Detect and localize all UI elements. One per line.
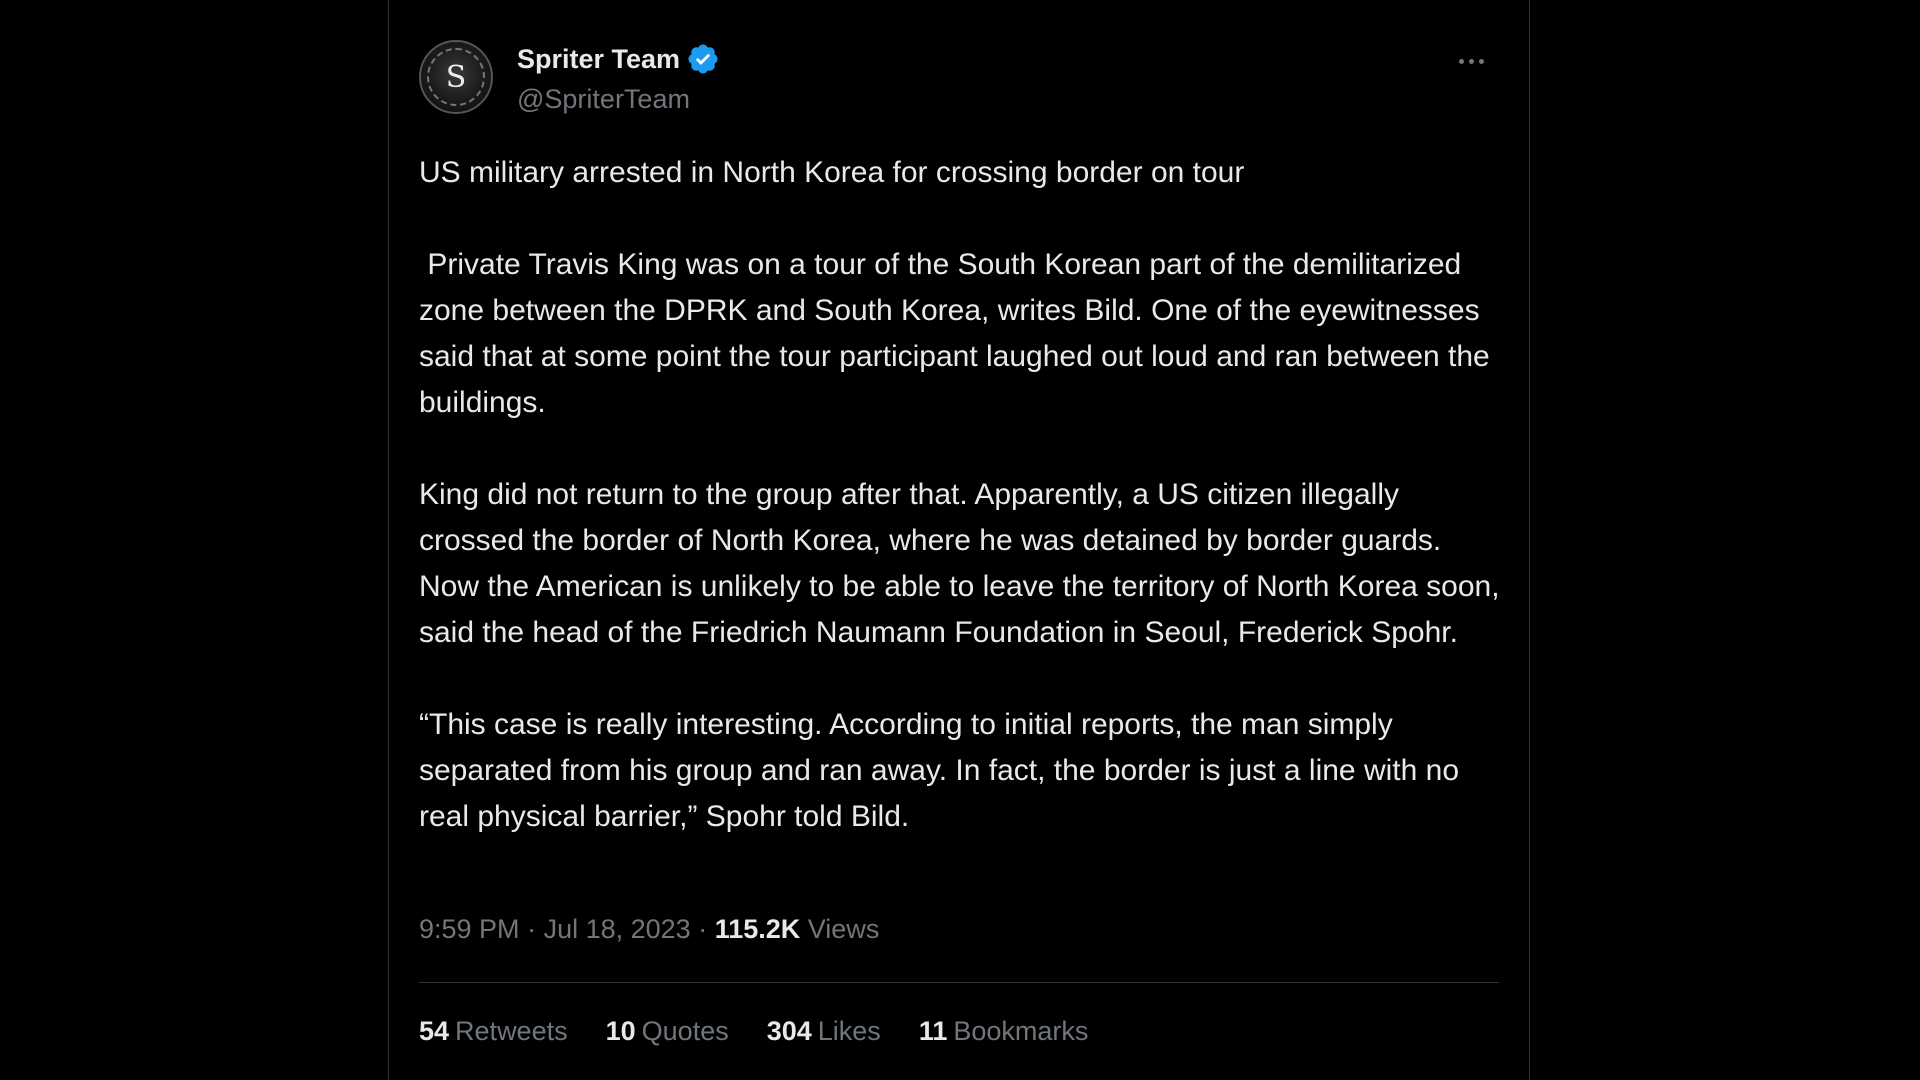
bookmarks-count: 11 xyxy=(918,1016,948,1046)
more-dots-icon xyxy=(1458,58,1464,64)
tweet-paragraph: US military arrested in North Korea for … xyxy=(419,156,1245,189)
bookmarks-stat[interactable]: 11 Bookmarks xyxy=(919,1016,1089,1047)
author-display-name[interactable]: Spriter Team xyxy=(517,44,680,75)
tweet-header: S Spriter Team @SpriterTeam xyxy=(419,40,1499,120)
avatar[interactable]: S xyxy=(419,40,493,114)
tweet-paragraph: King did not return to the group after t… xyxy=(419,478,1508,649)
avatar-letter: S xyxy=(445,59,467,95)
bookmarks-label: Bookmarks xyxy=(953,1016,1089,1046)
retweets-count: 54 xyxy=(419,1016,450,1046)
quotes-stat[interactable]: 10 Quotes xyxy=(606,1016,729,1047)
author-handle[interactable]: @SpriterTeam xyxy=(517,84,720,115)
author-name-block: Spriter Team @SpriterTeam xyxy=(517,42,720,115)
quotes-label: Quotes xyxy=(641,1016,729,1046)
likes-stat[interactable]: 304 Likes xyxy=(767,1016,881,1047)
tweet-meta: 9:59 PM · Jul 18, 2023 · 115.2K Views xyxy=(419,914,879,945)
more-dots-icon xyxy=(1478,58,1484,64)
verified-badge-icon[interactable] xyxy=(686,42,720,76)
quotes-count: 10 xyxy=(605,1016,636,1046)
tweet-card: S Spriter Team @SpriterTeam US military … xyxy=(388,0,1530,1080)
engagement-stats: 54 Retweets 10 Quotes 304 Likes 11 Bookmarks xyxy=(419,1016,1088,1047)
meta-separator: · xyxy=(519,914,544,944)
divider xyxy=(419,982,1499,983)
more-dots-icon xyxy=(1468,58,1474,64)
likes-count: 304 xyxy=(766,1016,812,1046)
views-label: Views xyxy=(807,914,880,944)
tweet-date[interactable]: Jul 18, 2023 xyxy=(544,914,691,944)
tweet-paragraph: “This case is really interesting. Accord… xyxy=(419,708,1468,833)
tweet-text: US military arrested in North Korea for … xyxy=(419,150,1509,840)
meta-separator: · xyxy=(690,914,715,944)
retweets-label: Retweets xyxy=(455,1016,568,1046)
likes-label: Likes xyxy=(817,1016,881,1046)
tweet-time[interactable]: 9:59 PM xyxy=(419,914,520,944)
retweets-stat[interactable]: 54 Retweets xyxy=(419,1016,568,1047)
views-count: 115.2K xyxy=(714,914,801,944)
more-options-button[interactable] xyxy=(1451,46,1491,76)
tweet-paragraph: Private Travis King was on a tour of the… xyxy=(419,248,1499,419)
display-name-row: Spriter Team xyxy=(517,42,720,76)
